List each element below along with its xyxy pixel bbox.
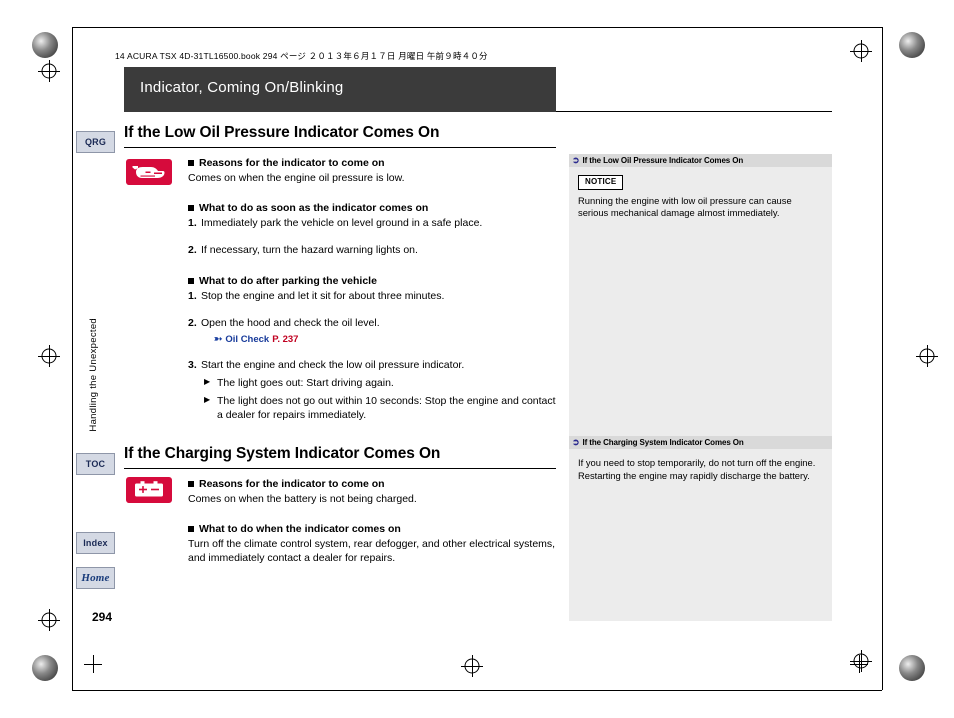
sidenote-marker-icon: ➲ [572, 437, 580, 447]
section-1-title-rule [124, 147, 556, 148]
notice-badge: NOTICE [578, 175, 624, 190]
section-1-step-5: 3. Start the engine and check the low oi… [188, 358, 556, 372]
tab-index-label: Index [83, 538, 108, 548]
gradient-dot-bottom-right [899, 655, 925, 681]
section-1-step-2-number: 2. [188, 244, 197, 257]
chapter-title-bar: Indicator, Coming On/Blinking [124, 67, 556, 112]
section-2-title-rule [124, 467, 556, 469]
cross-reference-oil-check[interactable]: ➳ Oil Check P. 237 [214, 334, 556, 345]
section-2-paragraph-2: Turn off the climate control system, rea… [188, 537, 556, 564]
section-1-title: If the Low Oil Pressure Indicator Comes … [124, 124, 440, 141]
section-1-step-4-number: 2. [188, 316, 197, 329]
gradient-dot-bottom-left [32, 655, 58, 681]
registration-cross-mid-left [38, 345, 60, 367]
gradient-dot-top-right [899, 32, 925, 58]
cross-reference-arrow-icon: ➳ [214, 333, 223, 345]
sidenote-2-header: ➲ If the Charging System Indicator Comes… [569, 436, 832, 449]
registration-cross-bottom-left [38, 609, 60, 631]
section-1-step-1: 1. Immediately park the vehicle on level… [188, 216, 556, 230]
sidenote-marker-icon: ➲ [572, 155, 580, 165]
section-1-step-2: 2. If necessary, turn the hazard warning… [188, 243, 556, 257]
section-1-bullet-1: ▶ The light goes out: Start driving agai… [204, 376, 556, 390]
sidenote-1-text: Running the engine with low oil pressure… [578, 194, 792, 219]
section-1-step-4: 2. Open the hood and check the oil level… [188, 316, 556, 330]
battery-charging-indicator-icon [126, 476, 172, 503]
section-charging-system: If the Charging System Indicator Comes O… [124, 445, 556, 566]
page-number: 294 [92, 610, 113, 624]
tab-qrg[interactable]: QRG [76, 131, 115, 153]
registration-cross-bottom-inner-left [84, 655, 102, 673]
chapter-title-text: Indicator, Coming On/Blinking [140, 79, 344, 96]
tab-toc-label: TOC [85, 459, 106, 469]
tab-index[interactable]: Index [76, 532, 115, 554]
tab-toc[interactable]: TOC [76, 453, 115, 475]
section-1-paragraph-1: Comes on when the engine oil pressure is… [188, 172, 405, 184]
triangle-bullet-icon: ▶ [204, 395, 211, 405]
cross-reference-title: Oil Check [225, 333, 270, 345]
gradient-dot-top-left [32, 32, 58, 58]
section-1-heading-1: Reasons for the indicator to come on [188, 157, 556, 169]
sidenote-1: ➲ If the Low Oil Pressure Indicator Come… [569, 154, 832, 448]
crop-line-right [882, 27, 883, 690]
section-2-title: If the Charging System Indicator Comes O… [124, 444, 441, 462]
chapter-rule [556, 111, 832, 112]
registration-cross-bottom-inner-right [850, 655, 868, 673]
section-1-step-5-number: 3. [188, 358, 197, 371]
section-1-step-5-text: Start the engine and check the low oil p… [201, 358, 465, 371]
section-2-heading-2: What to do when the indicator comes on [188, 523, 556, 535]
crop-line-bottom [72, 690, 882, 691]
section-1-step-2-text: If necessary, turn the hazard warning li… [201, 244, 418, 257]
section-1-heading-3: What to do after parking the vehicle [188, 275, 556, 287]
sidenote-2-header-text: If the Charging System Indicator Comes O… [582, 438, 744, 447]
tab-qrg-label: QRG [84, 137, 107, 147]
cross-reference-page: P. 237 [272, 333, 299, 345]
section-1-bullet-2: ▶ The light does not go out within 10 se… [204, 394, 556, 422]
section-2-body: Reasons for the indicator to come on Com… [188, 478, 556, 566]
triangle-bullet-icon: ▶ [204, 377, 211, 387]
section-1-step-3-number: 1. [188, 289, 197, 302]
registration-cross-top-right [850, 40, 872, 62]
sidenote-2-body: If you need to stop temporarily, do not … [569, 449, 832, 621]
section-1-bullet-1-text: The light goes out: Start driving again. [217, 377, 394, 390]
crop-line-top [72, 27, 882, 28]
sidenote-1-body: NOTICE Running the engine with low oil p… [569, 167, 832, 448]
section-1-step-3: 1. Stop the engine and let it sit for ab… [188, 289, 556, 303]
tab-home-label: Home [81, 572, 110, 584]
oil-pressure-indicator-icon [126, 159, 172, 185]
section-2-paragraph-1: Comes on when the battery is not being c… [188, 492, 417, 505]
registration-cross-bottom-center [461, 655, 483, 677]
section-2-heading-1: Reasons for the indicator to come on [188, 478, 556, 490]
running-side-label: Handling the Unexpected [88, 318, 99, 432]
section-1-bullet-2-text: The light does not go out within 10 seco… [217, 395, 556, 422]
section-1-step-1-number: 1. [188, 217, 197, 230]
tab-home[interactable]: Home [76, 567, 115, 589]
book-file-header: 14 ACURA TSX 4D-31TL16500.book 294 ページ ２… [115, 51, 488, 61]
section-1-step-3-text: Stop the engine and let it sit for about… [201, 289, 445, 302]
sidenote-2-text: If you need to stop temporarily, do not … [578, 457, 816, 481]
registration-cross-mid-right [916, 345, 938, 367]
section-low-oil-pressure: If the Low Oil Pressure Indicator Comes … [124, 124, 556, 423]
sidenote-1-header-text: If the Low Oil Pressure Indicator Comes … [582, 156, 744, 165]
section-1-body: Reasons for the indicator to come on Com… [188, 157, 556, 423]
section-1-step-4-text: Open the hood and check the oil level. [201, 316, 380, 329]
sidenote-2: ➲ If the Charging System Indicator Comes… [569, 436, 832, 621]
registration-cross-top-left [38, 60, 60, 82]
section-1-step-1-text: Immediately park the vehicle on level gr… [201, 217, 483, 230]
sidenote-1-header: ➲ If the Low Oil Pressure Indicator Come… [569, 154, 832, 167]
crop-line-left [72, 27, 73, 690]
section-1-heading-2: What to do as soon as the indicator come… [188, 202, 556, 214]
main-content-column: If the Low Oil Pressure Indicator Comes … [124, 124, 556, 565]
